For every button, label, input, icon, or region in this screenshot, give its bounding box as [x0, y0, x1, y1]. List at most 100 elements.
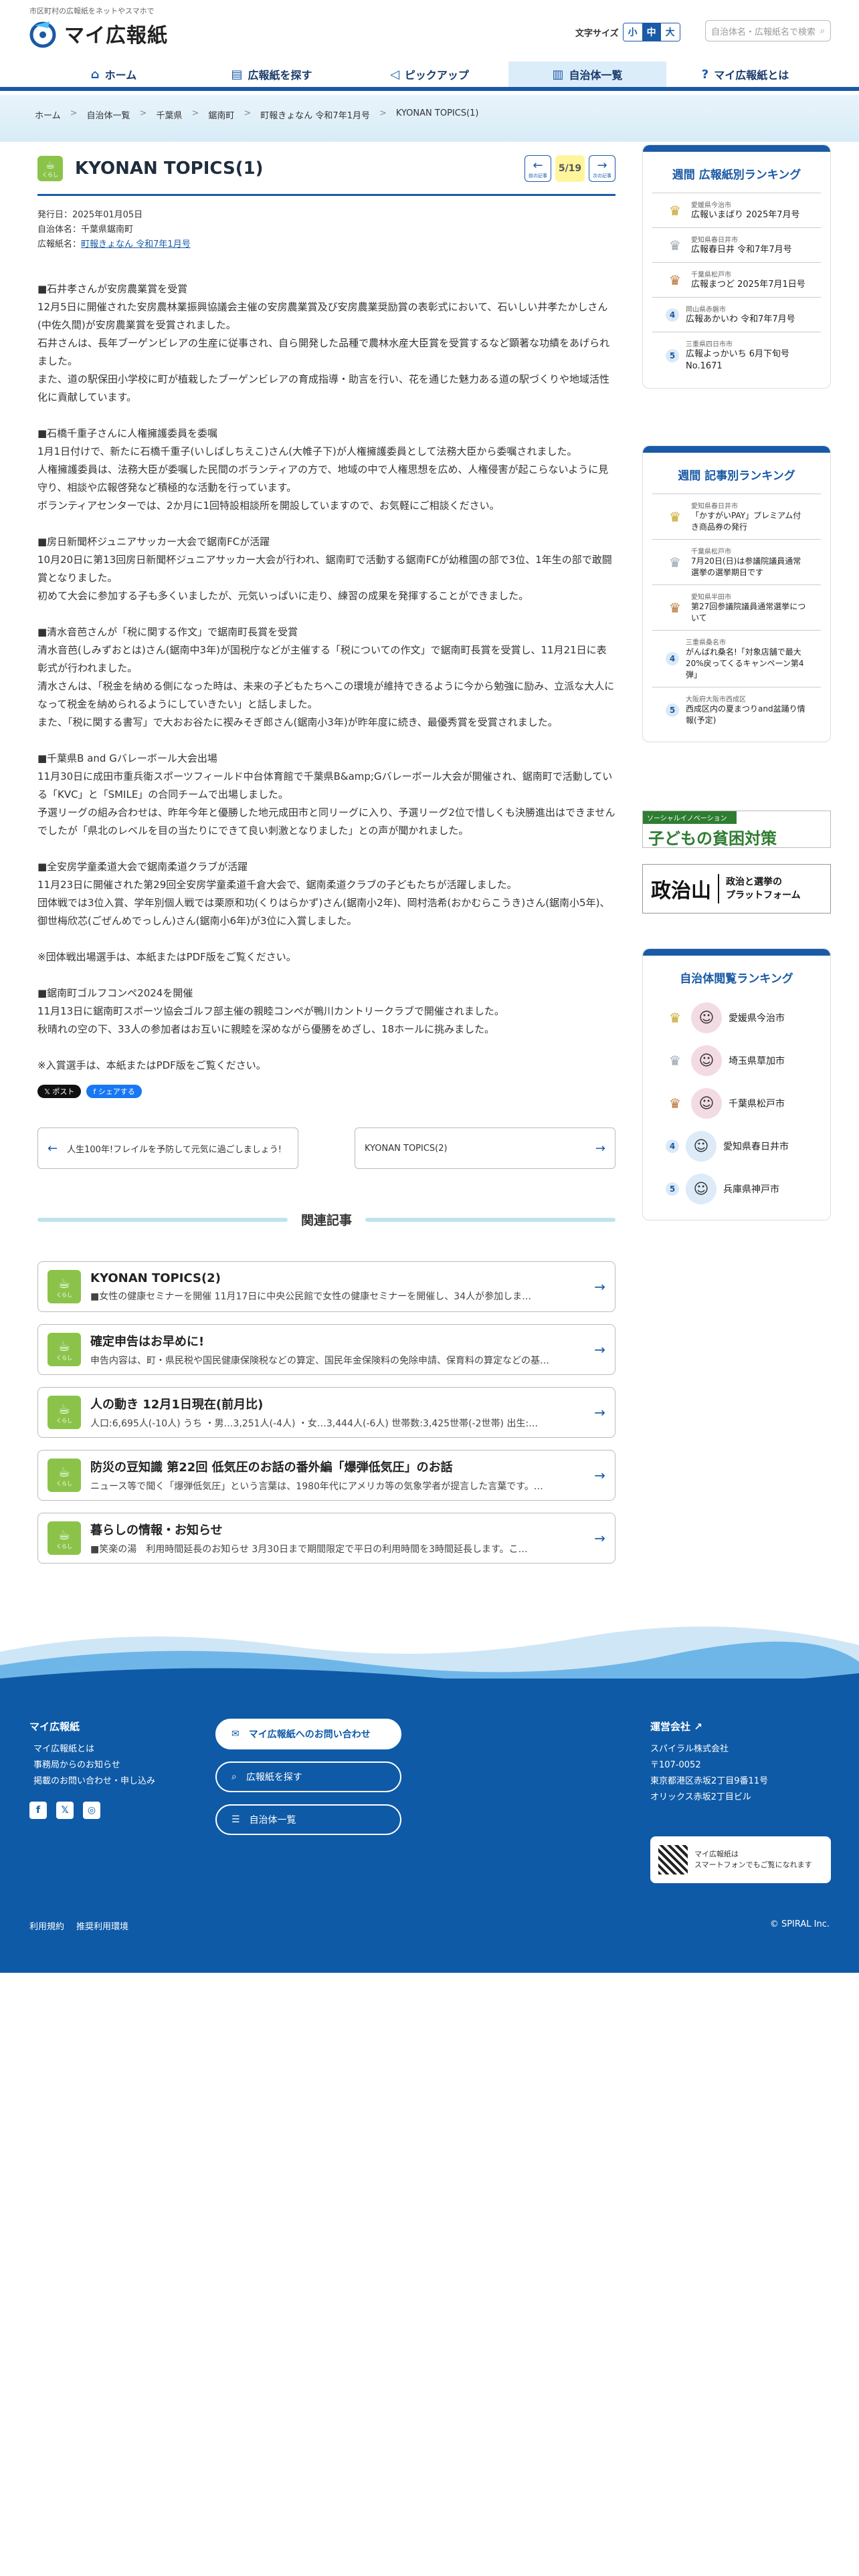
municipality-item[interactable]: 4 ☺ 愛知県春日井市: [652, 1125, 821, 1168]
municipality-item[interactable]: ♛ ☺ 千葉県松戸市: [652, 1082, 821, 1125]
contact-button[interactable]: ✉ マイ広報紙へのお問い合わせ: [215, 1719, 401, 1749]
related-articles: ☕ くらし KYONAN TOPICS(2) ■女性の健康セミナーを開催 11月17…: [37, 1261, 615, 1576]
x-icon[interactable]: 𝕏: [56, 1802, 74, 1819]
question-icon: ?: [701, 67, 709, 82]
logo-icon: [29, 21, 56, 48]
ranking-item[interactable]: 4 三重県桑名市 がんばれ桑名!「対象店舗で最大20%戻ってくるキャンペーン第4弾」: [652, 630, 821, 687]
company-address: 東京都港区赤坂2丁目9番11号: [650, 1776, 769, 1786]
ranking-municipality: 千葉県松戸市: [691, 272, 731, 279]
next-article-title: KYONAN TOPICS(2): [365, 1143, 448, 1154]
banner-headline: 子どもの貧困対策: [648, 829, 777, 848]
ranking-item[interactable]: 5 三重県四日市市 広報よっかいち 6月下旬号 No.1671: [652, 332, 821, 379]
related-article-card[interactable]: ☕ くらし KYONAN TOPICS(2) ■女性の健康セミナーを開催 11月17…: [37, 1261, 615, 1312]
external-link-icon: ↗: [694, 1721, 702, 1733]
municipality-item[interactable]: 5 ☺ 兵庫県神戸市: [652, 1168, 821, 1210]
breadcrumb-home[interactable]: ホーム: [35, 108, 61, 121]
nav-about[interactable]: ? マイ広報紙とは: [666, 62, 824, 87]
municipality-name: 千葉県松戸市: [729, 1099, 785, 1109]
breadcrumb-prefecture[interactable]: 千葉県: [156, 108, 182, 121]
related-desc: 申告内容は、町・県民税や国民健康保険税などの算定、国民年金保険料の免除申請、保育…: [90, 1356, 549, 1366]
building-icon: ▥: [552, 67, 564, 82]
nav-municipalities[interactable]: ▥ 自治体一覧: [508, 62, 666, 87]
instagram-icon[interactable]: ◎: [83, 1802, 100, 1819]
panel-title: 自治体閲覧ランキング: [680, 972, 793, 986]
related-title: 防災の豆知識 第22回 低気圧のお話の番外編「爆弾低気圧」のお話: [90, 1461, 453, 1475]
next-article-button[interactable]: → 次の記事: [589, 155, 615, 182]
font-size-small-button[interactable]: 小: [623, 23, 642, 41]
ranking-item[interactable]: ♛ 愛知県春日井市 広報春日井 令和7年7月号: [652, 227, 821, 262]
seijiyama-banner[interactable]: 政治山 政治と選挙の プラットフォーム: [642, 864, 831, 914]
municipality-name: 兵庫県神戸市: [723, 1184, 779, 1195]
next-article-link[interactable]: KYONAN TOPICS(2) →: [355, 1128, 615, 1169]
qr-card: マイ広報紙は スマートフォンでもご覧になれます: [650, 1836, 831, 1883]
mascot-icon: ☺: [686, 1131, 717, 1162]
share-x-button[interactable]: 𝕏 ポスト: [37, 1085, 82, 1098]
ranking-item[interactable]: ♛ 千葉県松戸市 広報まつど 2025年7月1日号: [652, 262, 821, 297]
ranking-municipality: 大阪府大阪市西成区: [686, 696, 746, 704]
nav-home[interactable]: ⌂ ホーム: [35, 62, 193, 87]
municipality-item[interactable]: ♛ ☺ 愛媛県今治市: [652, 996, 821, 1039]
search-icon[interactable]: ⌕: [820, 26, 825, 36]
rank-number: 5: [666, 1182, 679, 1196]
footer-link-inquiry[interactable]: 掲載のお問い合わせ・申し込み: [29, 1774, 155, 1790]
heading-line: [37, 1217, 288, 1222]
megaphone-icon: ◁: [390, 67, 399, 82]
seijiyama-logo: 政治山: [651, 874, 719, 903]
qr-text: マイ広報紙は スマートフォンでもご覧になれます: [694, 1850, 812, 1869]
copyright: © SPIRAL Inc.: [769, 1919, 830, 1929]
find-publication-button[interactable]: ⌕ 広報紙を探す: [215, 1761, 401, 1792]
list-icon: ☰: [231, 1814, 240, 1825]
nav-pickup-label: ピックアップ: [404, 69, 469, 82]
ranking-item[interactable]: 4 岡山県赤磐市 広報あかいわ 令和7年7月号: [652, 297, 821, 332]
related-title: KYONAN TOPICS(2): [90, 1271, 221, 1285]
ranking-item[interactable]: 5 大阪府大阪市西成区 西成区内の夏まつりand盆踊り情報(予定): [652, 687, 821, 732]
related-article-card[interactable]: ☕ くらし 防災の豆知識 第22回 低気圧のお話の番外編「爆弾低気圧」のお話 ニュー…: [37, 1450, 615, 1501]
footer-link-news[interactable]: 事務局からのお知らせ: [29, 1757, 155, 1774]
nav-find[interactable]: ▤ 広報紙を探す: [193, 62, 351, 87]
breadcrumb-publication[interactable]: 町報きょなん 令和7年1月号: [260, 108, 370, 121]
crown-icon: ♛: [669, 599, 681, 616]
municipality-name: 愛媛県今治市: [729, 1013, 785, 1024]
breadcrumb-separator: >: [379, 108, 387, 118]
prev-article-button[interactable]: ← 前の記事: [524, 155, 551, 182]
crown-icon: ♛: [669, 272, 681, 288]
ranking-item[interactable]: ♛ 千葉県松戸市 7月20日(日)は参議院議員通常選挙の選挙期日です: [652, 539, 821, 584]
mascot-icon: ☺: [691, 1002, 722, 1033]
article-paragraph: ■千葉県B and Gバレーボール大会出場 11月30日に成田市重兵衛スポーツフ…: [37, 752, 615, 837]
ranking-item[interactable]: ♛ 愛知県春日井市 「かすがいPAY」プレミアム付き商品券の発行: [652, 494, 821, 539]
arrow-right-icon: →: [595, 1141, 605, 1156]
facebook-icon[interactable]: f: [29, 1802, 47, 1819]
font-size-medium-button[interactable]: 中: [642, 23, 661, 41]
breadcrumb-municipalities[interactable]: 自治体一覧: [87, 108, 130, 121]
ranking-item[interactable]: ♛ 愛知県半田市 第27回参議院議員通常選挙について: [652, 584, 821, 630]
site-logo[interactable]: マイ広報紙: [29, 19, 168, 48]
rank-number: 4: [666, 308, 679, 322]
related-article-card[interactable]: ☕ くらし 確定申告はお早めに! 申告内容は、町・県民税や国民健康保険税などの算定、…: [37, 1324, 615, 1375]
company-title[interactable]: 運営会社 ↗: [650, 1719, 768, 1735]
nav-pickup[interactable]: ◁ ピックアップ: [351, 62, 508, 87]
breadcrumb-separator: >: [191, 108, 199, 118]
share-buttons: 𝕏 ポスト f シェアする: [37, 1085, 142, 1098]
ranking-municipality: 岡山県赤磐市: [686, 306, 726, 314]
banner-text: 政治と選挙の プラットフォーム: [726, 877, 801, 901]
rank-number: 5: [666, 348, 679, 362]
crown-icon: ♛: [669, 237, 681, 253]
municipality-item[interactable]: ♛ ☺ 埼玉県草加市: [652, 1039, 821, 1082]
footer-link-about[interactable]: マイ広報紙とは: [29, 1741, 155, 1757]
related-article-card[interactable]: ☕ くらし 人の動き 12月1日現在(前月比) 人口:6,695人(-10人) うち…: [37, 1387, 615, 1438]
municipality-list-button[interactable]: ☰ 自治体一覧: [215, 1804, 401, 1835]
share-facebook-button[interactable]: f シェアする: [86, 1085, 142, 1098]
related-article-card[interactable]: ☕ くらし 暮らしの情報・お知らせ ■笑楽の湯 利用時間延長のお知らせ 3月30日ま…: [37, 1513, 615, 1564]
publication-link[interactable]: 町報きょなん 令和7年1月号: [81, 239, 191, 249]
child-poverty-banner[interactable]: ソーシャルイノベーション 子どもの貧困対策: [642, 811, 831, 848]
related-heading: 関連記事: [37, 1210, 616, 1228]
breadcrumb: ホーム > 自治体一覧 > 千葉県 > 鋸南町 > 町報きょなん 令和7年1月号 > KY…: [35, 108, 478, 121]
ranking-item[interactable]: ♛ 愛媛県今治市 広報いまばり 2025年7月号: [652, 193, 821, 227]
breadcrumb-town[interactable]: 鋸南町: [208, 108, 234, 121]
environment-link[interactable]: 推奨利用環境: [76, 1919, 128, 1932]
crown-icon: ♛: [669, 554, 681, 570]
prev-article-link[interactable]: ← 人生100年!フレイルを予防して元気に過ごしましょう!: [37, 1128, 298, 1169]
terms-link[interactable]: 利用規約: [29, 1919, 64, 1932]
font-size-large-button[interactable]: 大: [660, 23, 680, 41]
search-input[interactable]: 自治体名・広報紙名で検索 ⌕: [705, 20, 831, 41]
